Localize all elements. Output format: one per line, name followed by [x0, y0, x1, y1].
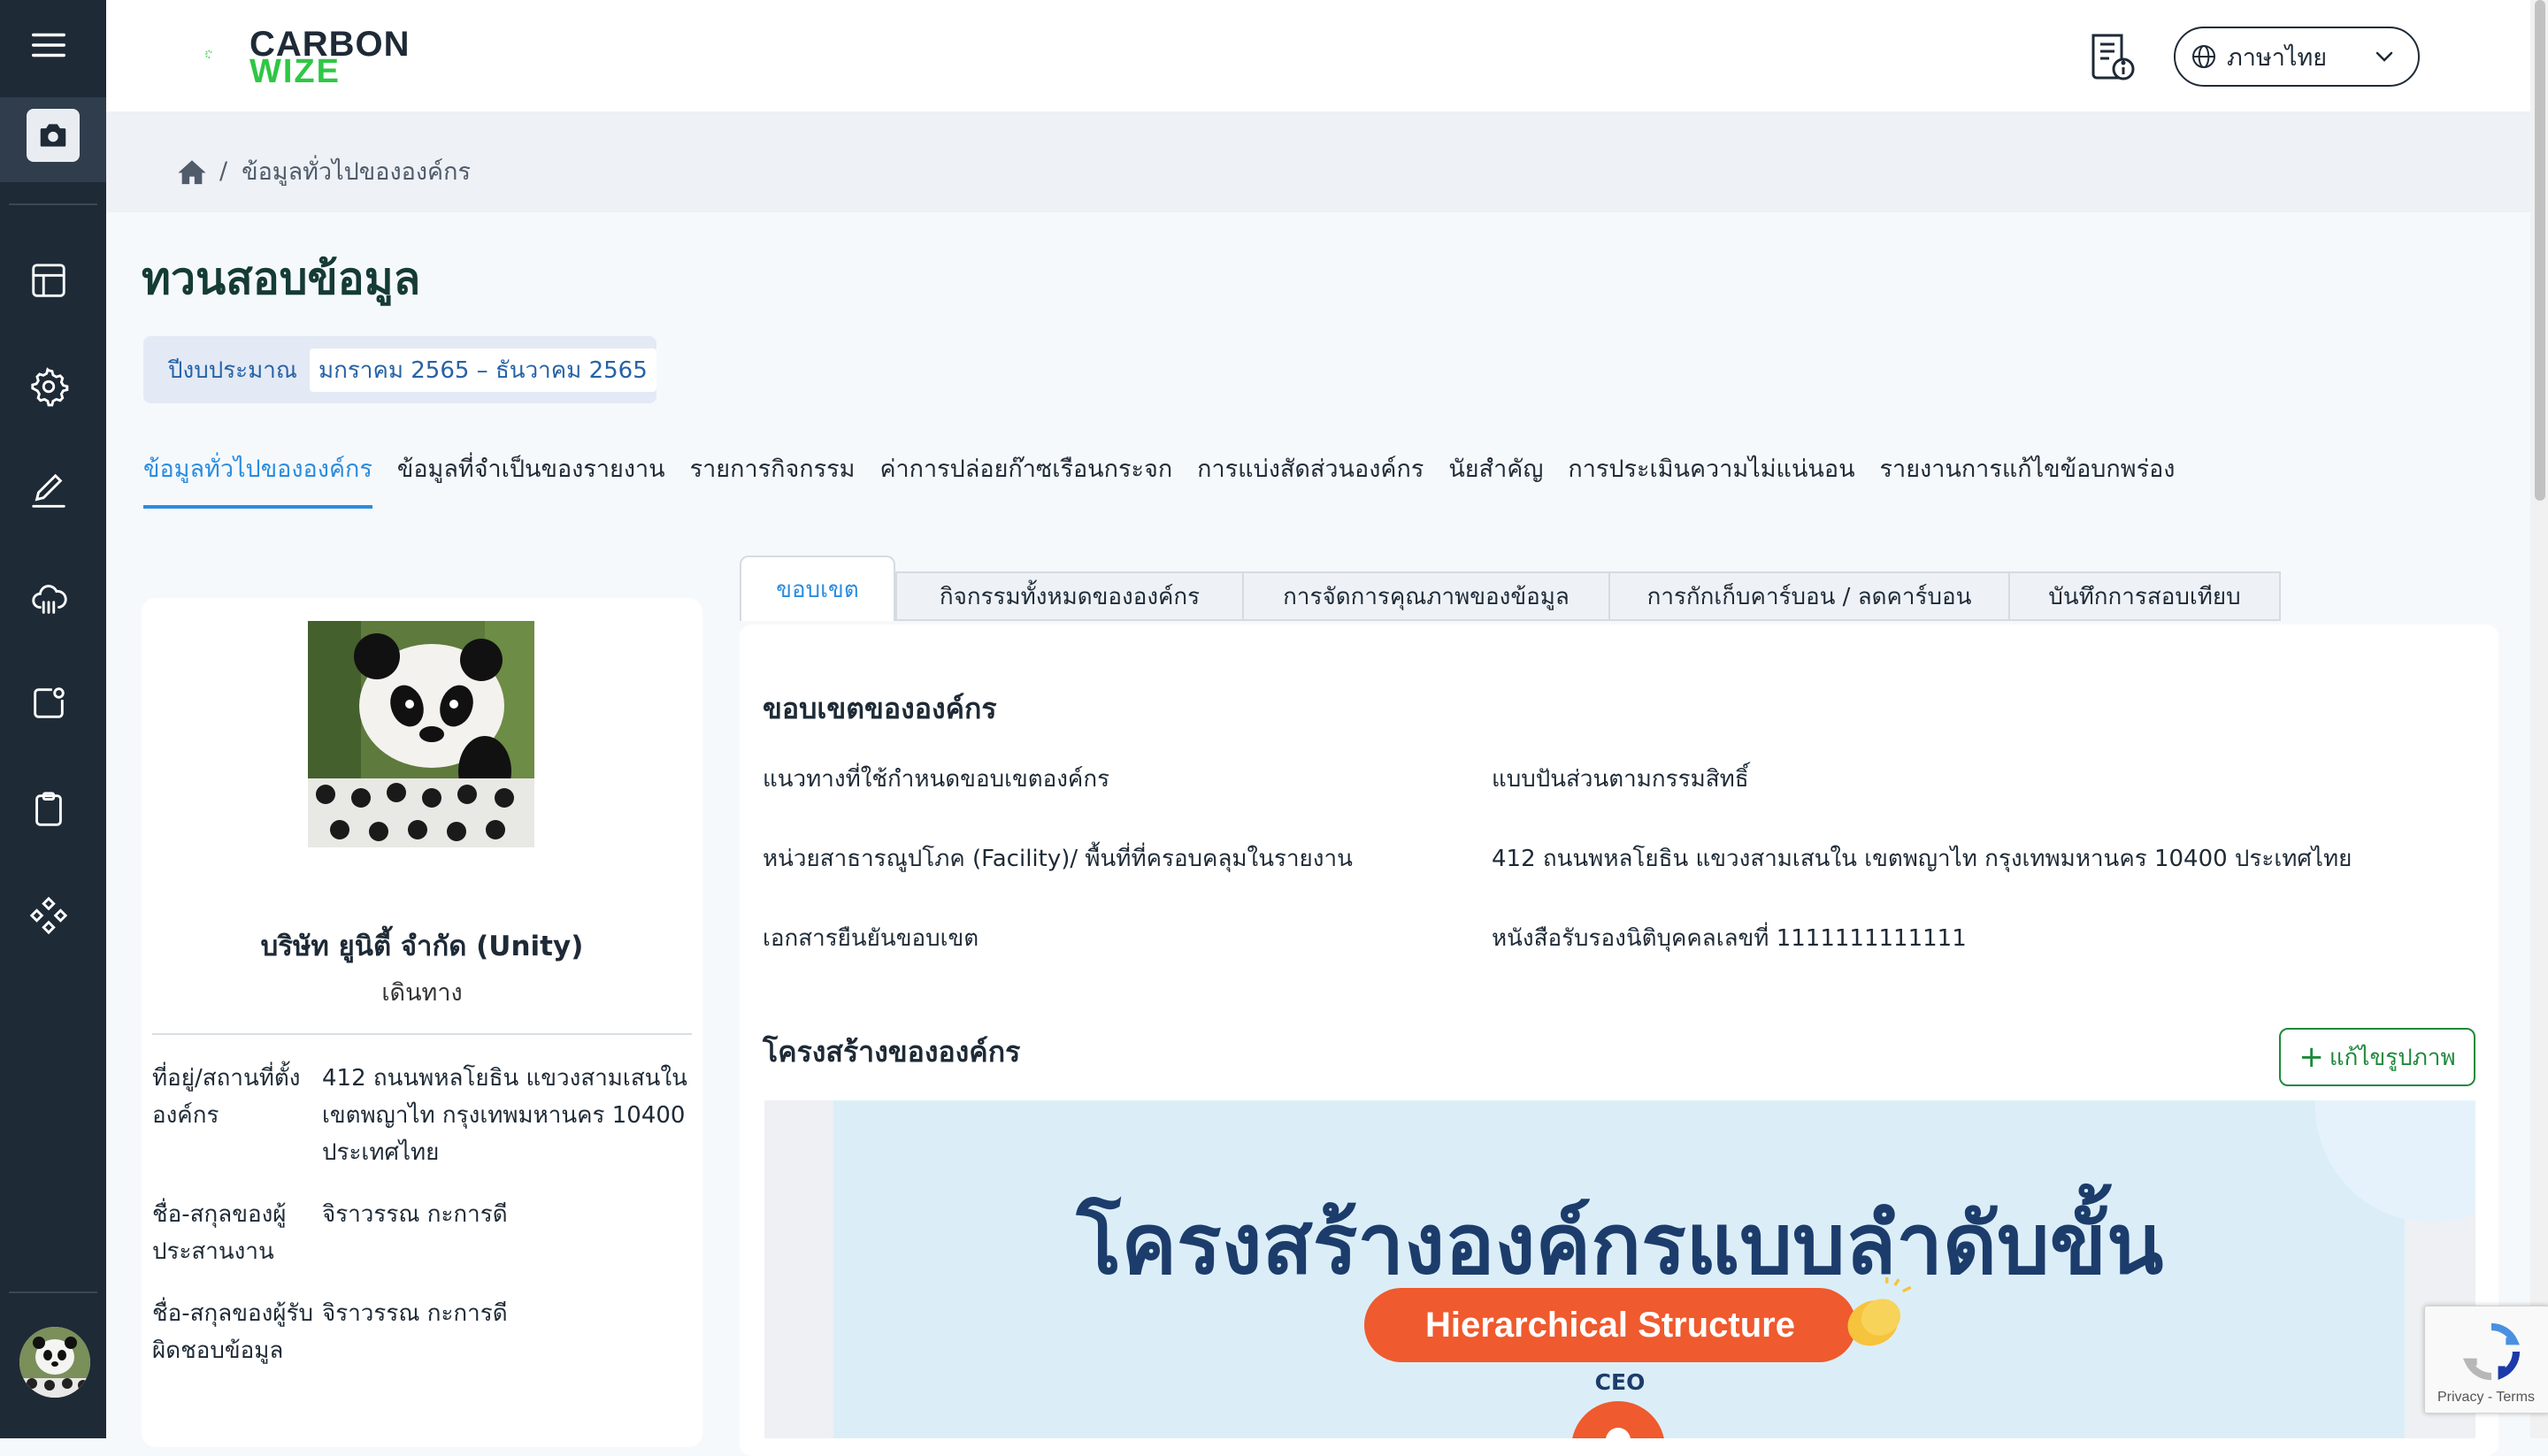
- sidebar-item-clipboard[interactable]: [27, 787, 71, 831]
- scope-label-approach: แนวทางที่ใช้กำหนดขอบเขตองค์กร: [763, 766, 1110, 793]
- sidebar-item-cloud[interactable]: [27, 577, 71, 621]
- tab-general-info[interactable]: ข้อมูลทั่วไปขององค์กร: [143, 449, 372, 509]
- profile-row-value: จิราวรรณ กะการดี: [322, 1300, 508, 1327]
- budget-value: มกราคม 2565 – ธันวาคม 2565: [310, 348, 656, 392]
- tab-report-info[interactable]: ข้อมูลที่จำเป็นของรายงาน: [397, 449, 665, 509]
- org-image-pill-text: Hierarchical Structure: [1425, 1305, 1795, 1345]
- sidebar-item-notification[interactable]: [27, 681, 71, 725]
- page-scrollbar-thumb[interactable]: [2535, 0, 2545, 501]
- chevron-down-icon: [2375, 51, 2393, 62]
- tab-significance[interactable]: นัยสำคัญ: [1448, 449, 1543, 509]
- sidebar-item-settings[interactable]: [27, 364, 71, 409]
- panda-photo-icon: [308, 621, 534, 847]
- pencil-icon: [32, 473, 65, 508]
- profile-row-value: 412 ถนนพหลโยธิน แขวงสามเสนใน เขตพญาไท กร…: [322, 1065, 687, 1166]
- manual-book-icon[interactable]: [2088, 30, 2137, 83]
- gear-icon: [31, 367, 69, 407]
- hamburger-menu-icon[interactable]: [27, 23, 71, 67]
- org-image-ceo-label: CEO: [1594, 1369, 1646, 1395]
- tab-allocation[interactable]: การแบ่งสัดส่วนองค์กร: [1197, 449, 1424, 509]
- person-icon: [1606, 1428, 1631, 1438]
- scope-label-document: เอกสารยืนยันขอบเขต: [763, 925, 979, 952]
- profile-divider: [152, 1033, 692, 1035]
- company-name: บริษัท ยูนิตี้ จำกัด (Unity): [260, 931, 584, 962]
- budget-label: ปีงบประมาณ: [168, 356, 297, 384]
- sidebar-item-edit[interactable]: [27, 469, 71, 513]
- tab-corrective-report[interactable]: รายงานการแก้ไขข้อบกพร่อง: [1880, 449, 2176, 509]
- sidebar-divider: [9, 203, 97, 205]
- home-icon[interactable]: [177, 157, 207, 186]
- main-tabs: ข้อมูลทั่วไปขององค์กร ข้อมูลที่จำเป็นของ…: [143, 449, 2175, 509]
- profile-row-value: จิราวรรณ กะการดี: [322, 1201, 508, 1228]
- language-label: ภาษาไทย: [2227, 43, 2328, 72]
- sidebar-item-camera[interactable]: [27, 109, 80, 162]
- subtab-calibration-log[interactable]: บันทึกการสอบเทียบ: [2008, 571, 2281, 621]
- clipboard-icon: [35, 792, 62, 826]
- carbonwize-logo-icon: [205, 50, 212, 59]
- top-header: [106, 0, 2530, 111]
- scope-label-facility: หน่วยสาธารณูปโภค (Facility)/ พื้นที่ที่ค…: [763, 846, 1353, 872]
- breadcrumb-current: ข้อมูลทั่วไปขององค์กร: [242, 158, 471, 186]
- sidebar-divider: [9, 1291, 97, 1293]
- subtab-all-activities[interactable]: กิจกรรมทั้งหมดขององค์กร: [895, 571, 1244, 621]
- edit-image-button[interactable]: + แก้ไขรูปภาพ: [2279, 1028, 2475, 1086]
- camera-icon: [40, 124, 66, 147]
- recaptcha-badge[interactable]: Privacy - Terms: [2424, 1306, 2548, 1414]
- subtab-data-quality[interactable]: การจัดการคุณภาพของข้อมูล: [1242, 571, 1610, 621]
- tab-emissions[interactable]: ค่าการปล่อยก๊าซเรือนกระจก: [879, 449, 1172, 509]
- subtab-scope[interactable]: ขอบเขต: [740, 556, 895, 621]
- budget-year-box: ปีงบประมาณ มกราคม 2565 – ธันวาคม 2565: [143, 336, 656, 403]
- tab-activities[interactable]: รายการกิจกรรม: [690, 449, 856, 509]
- sidebar-item-layout[interactable]: [27, 258, 71, 303]
- scope-value-document: หนังสือรับรองนิติบุคคลเลขที่ 11111111111…: [1492, 925, 1967, 952]
- profile-row-label: ที่อยู่/สถานที่ตั้งองค์กร: [152, 1065, 301, 1129]
- recaptcha-terms[interactable]: Privacy - Terms: [2437, 1390, 2535, 1406]
- edit-image-label: แก้ไขรูปภาพ: [2329, 1044, 2456, 1071]
- subtab-carbon-capture[interactable]: การกักเก็บคาร์บอน / ลดคาร์บอน: [1608, 571, 2010, 621]
- components-icon: [29, 896, 68, 935]
- recaptcha-logo-icon: [2462, 1322, 2521, 1381]
- org-image-pill: Hierarchical Structure: [1364, 1288, 1856, 1362]
- org-structure-image: โครงสร้างองค์กรแบบลำดับขั้น Hierarchical…: [764, 1100, 2475, 1438]
- clapping-hands-icon: [1847, 1277, 1912, 1346]
- org-image-ceo-avatar: [1571, 1401, 1665, 1438]
- sidebar: [0, 0, 106, 1438]
- avatar[interactable]: [19, 1327, 90, 1398]
- notification-square-icon: [34, 687, 65, 718]
- plus-icon: +: [2299, 1039, 2324, 1075]
- organization-profile-card: บริษัท ยูนิตี้ จำกัด (Unity) เดินทาง ที่…: [142, 598, 702, 1447]
- sidebar-item-components[interactable]: [27, 893, 71, 938]
- profile-row-label: ชื่อ-สกุลของผู้รับผิดชอบข้อมูล: [152, 1300, 313, 1364]
- organization-logo: [308, 621, 534, 847]
- cloud-icon: [32, 585, 67, 614]
- page-title: ทวนสอบข้อมูล: [142, 253, 421, 304]
- company-subtitle: เดินทาง: [381, 979, 463, 1007]
- logo-text-wize: WIZE: [249, 53, 341, 90]
- tab-uncertainty[interactable]: การประเมินความไม่แน่นอน: [1568, 449, 1854, 509]
- language-selector[interactable]: ภาษาไทย: [2174, 27, 2420, 87]
- panda-avatar-icon: [19, 1327, 90, 1398]
- breadcrumb-separator: /: [219, 157, 228, 185]
- globe-icon: [2192, 45, 2215, 68]
- structure-section-title: โครงสร้างขององค์กร: [763, 1035, 1021, 1069]
- scope-section-title: ขอบเขตขององค์กร: [763, 692, 997, 725]
- layout-icon: [32, 264, 65, 297]
- breadcrumb: / ข้อมูลทั่วไปขององค์กร: [177, 152, 471, 190]
- scope-value-facility: 412 ถนนพหลโยธิน แขวงสามเสนใน เขตพญาไท กร…: [1492, 846, 2352, 872]
- scope-value-approach: แบบปันส่วนตามกรรมสิทธิ์: [1492, 766, 1749, 793]
- profile-row-label: ชื่อ-สกุลของผู้ประสานงาน: [152, 1201, 287, 1265]
